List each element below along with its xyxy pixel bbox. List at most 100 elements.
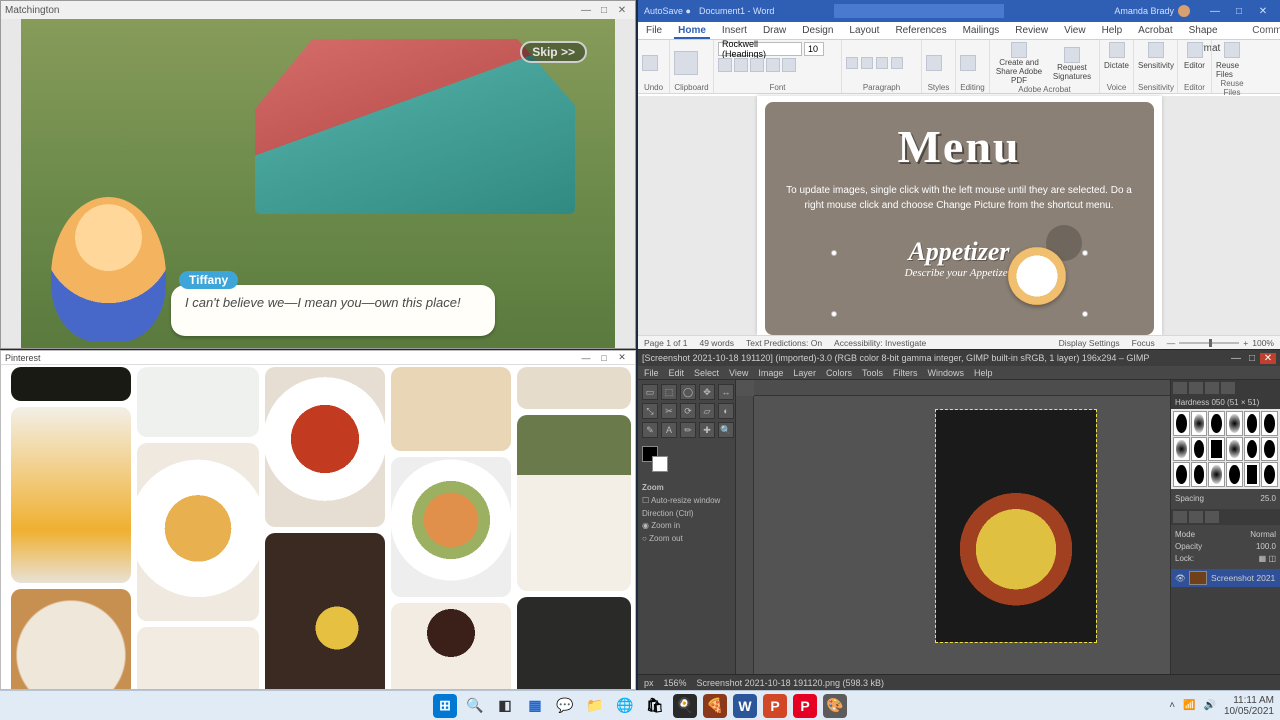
bold-button[interactable] — [718, 58, 732, 72]
layer-list[interactable]: 👁 Screenshot 2021 — [1171, 569, 1280, 674]
display-settings[interactable]: Display Settings — [1059, 338, 1120, 348]
tab-insert[interactable]: Insert — [718, 22, 751, 39]
pin[interactable] — [265, 367, 385, 527]
reuse-button[interactable] — [1224, 42, 1240, 58]
tab-draw[interactable]: Draw — [759, 22, 790, 39]
minimize-button[interactable]: — — [1228, 353, 1244, 364]
page-area[interactable]: Menu To update images, single click with… — [638, 96, 1280, 335]
selection-handle[interactable] — [1082, 311, 1088, 317]
game-viewport[interactable]: Skip >> Tiffany I can't believe we—I mea… — [21, 19, 615, 348]
tool-button[interactable]: ⬚ — [661, 384, 677, 400]
skip-button[interactable]: Skip >> — [520, 41, 587, 63]
pin[interactable] — [265, 533, 385, 689]
canvas-area[interactable] — [736, 380, 1170, 674]
tab-acrobat[interactable]: Acrobat — [1134, 22, 1176, 39]
minimize-button[interactable]: — — [577, 5, 595, 16]
zoom-level[interactable]: 156% — [664, 678, 687, 688]
zoom-slider[interactable] — [1179, 342, 1239, 344]
maximize-button[interactable]: □ — [1228, 6, 1250, 17]
maximize-button[interactable]: □ — [595, 353, 613, 363]
font-size-select[interactable]: 10 — [804, 42, 824, 56]
taskbar-edge-icon[interactable]: 🌐 — [613, 694, 637, 718]
pin[interactable] — [11, 407, 131, 583]
tab-help[interactable]: Help — [1098, 22, 1127, 39]
zoom-out-radio[interactable]: ○ Zoom out — [642, 534, 683, 543]
appetizer-heading[interactable]: Appetizer — [908, 237, 1009, 267]
system-tray[interactable]: ˄ 📶 🔊 11:11 AM 10/05/2021 — [1169, 695, 1274, 717]
tool-button[interactable]: ↔ — [718, 384, 734, 400]
bullets-button[interactable] — [846, 57, 858, 69]
dictate-button[interactable] — [1109, 42, 1125, 58]
tool-button[interactable]: ✎ — [642, 422, 658, 438]
menu-edit[interactable]: Edit — [669, 368, 685, 378]
styles-button[interactable] — [926, 55, 942, 71]
tool-button[interactable]: ◯ — [680, 384, 696, 400]
font-name-select[interactable]: Rockwell (Headings) — [718, 42, 802, 56]
dock-tab[interactable] — [1173, 511, 1187, 523]
taskbar-taskview-icon[interactable]: ◧ — [493, 694, 517, 718]
taskbar-widgets-icon[interactable]: ▦ — [523, 694, 547, 718]
taskbar-photo1-icon[interactable]: 🍳 — [673, 694, 697, 718]
tool-button[interactable]: ✚ — [699, 422, 715, 438]
menu-layer[interactable]: Layer — [793, 368, 816, 378]
taskbar-store-icon[interactable]: 🛍 — [643, 694, 667, 718]
pin[interactable] — [11, 589, 131, 689]
tool-button[interactable]: ◐ — [718, 403, 734, 419]
minimize-button[interactable]: — — [1204, 6, 1226, 17]
menu-filters[interactable]: Filters — [893, 368, 918, 378]
pin[interactable] — [11, 367, 131, 401]
brush-grid[interactable] — [1171, 409, 1280, 489]
tab-home[interactable]: Home — [674, 22, 710, 39]
create-pdf-button[interactable] — [1011, 42, 1027, 58]
align-center-button[interactable] — [891, 57, 903, 69]
underline-button[interactable] — [750, 58, 764, 72]
tool-button[interactable]: A — [661, 422, 677, 438]
paste-icon[interactable] — [674, 51, 698, 75]
tool-button[interactable]: ▭ — [642, 384, 658, 400]
tool-button[interactable]: ✂ — [661, 403, 677, 419]
dialog-box[interactable]: Tiffany I can't believe we—I mean you—ow… — [171, 285, 495, 336]
tab-shape-format[interactable]: Shape Format — [1185, 22, 1225, 39]
account-button[interactable]: Amanda Brady — [1114, 5, 1190, 17]
tool-button[interactable]: ⤡ — [642, 403, 658, 419]
undo-icon[interactable] — [642, 55, 658, 71]
maximize-button[interactable]: □ — [1244, 353, 1260, 364]
dock-tab[interactable] — [1221, 382, 1235, 394]
tab-file[interactable]: File — [642, 22, 666, 39]
pin[interactable] — [391, 457, 511, 597]
strike-button[interactable] — [766, 58, 780, 72]
volume-icon[interactable]: 🔊 — [1203, 700, 1215, 711]
minimize-button[interactable]: — — [577, 353, 595, 363]
opacity-value[interactable]: 100.0 — [1256, 541, 1276, 553]
taskbar-search-icon[interactable]: 🔍 — [463, 694, 487, 718]
canvas-image[interactable] — [936, 410, 1096, 642]
menu-select[interactable]: Select — [694, 368, 719, 378]
visibility-icon[interactable]: 👁 — [1175, 573, 1185, 584]
taskbar-photo2-icon[interactable]: 🍕 — [703, 694, 727, 718]
comments-button[interactable]: Comments — [1248, 22, 1280, 39]
align-left-button[interactable] — [876, 57, 888, 69]
close-button[interactable]: ✕ — [613, 5, 631, 16]
close-button[interactable]: ✕ — [1252, 6, 1274, 17]
word-count[interactable]: 49 words — [699, 338, 734, 348]
taskbar-explorer-icon[interactable]: 📁 — [583, 694, 607, 718]
focus-button[interactable]: Focus — [1132, 338, 1155, 348]
tray-chevron-icon[interactable]: ˄ — [1169, 700, 1175, 711]
taskbar-start-icon[interactable]: ⊞ — [433, 694, 457, 718]
tool-button[interactable]: ▱ — [699, 403, 715, 419]
tool-button[interactable]: ✏ — [680, 422, 696, 438]
pin[interactable] — [391, 603, 511, 689]
maximize-button[interactable]: □ — [595, 5, 613, 16]
color-button[interactable] — [782, 58, 796, 72]
page-count[interactable]: Page 1 of 1 — [644, 338, 687, 348]
search-field[interactable] — [834, 4, 1004, 18]
zoom-in-radio[interactable]: ◉ Zoom in — [642, 521, 680, 530]
taskbar-powerpoint-icon[interactable]: P — [763, 694, 787, 718]
selection-handle[interactable] — [1082, 250, 1088, 256]
menu-windows[interactable]: Windows — [927, 368, 964, 378]
italic-button[interactable] — [734, 58, 748, 72]
pin[interactable] — [137, 367, 259, 437]
dock-tab[interactable] — [1189, 511, 1203, 523]
close-button[interactable]: ✕ — [1260, 353, 1276, 364]
wifi-icon[interactable]: 📶 — [1183, 700, 1195, 711]
